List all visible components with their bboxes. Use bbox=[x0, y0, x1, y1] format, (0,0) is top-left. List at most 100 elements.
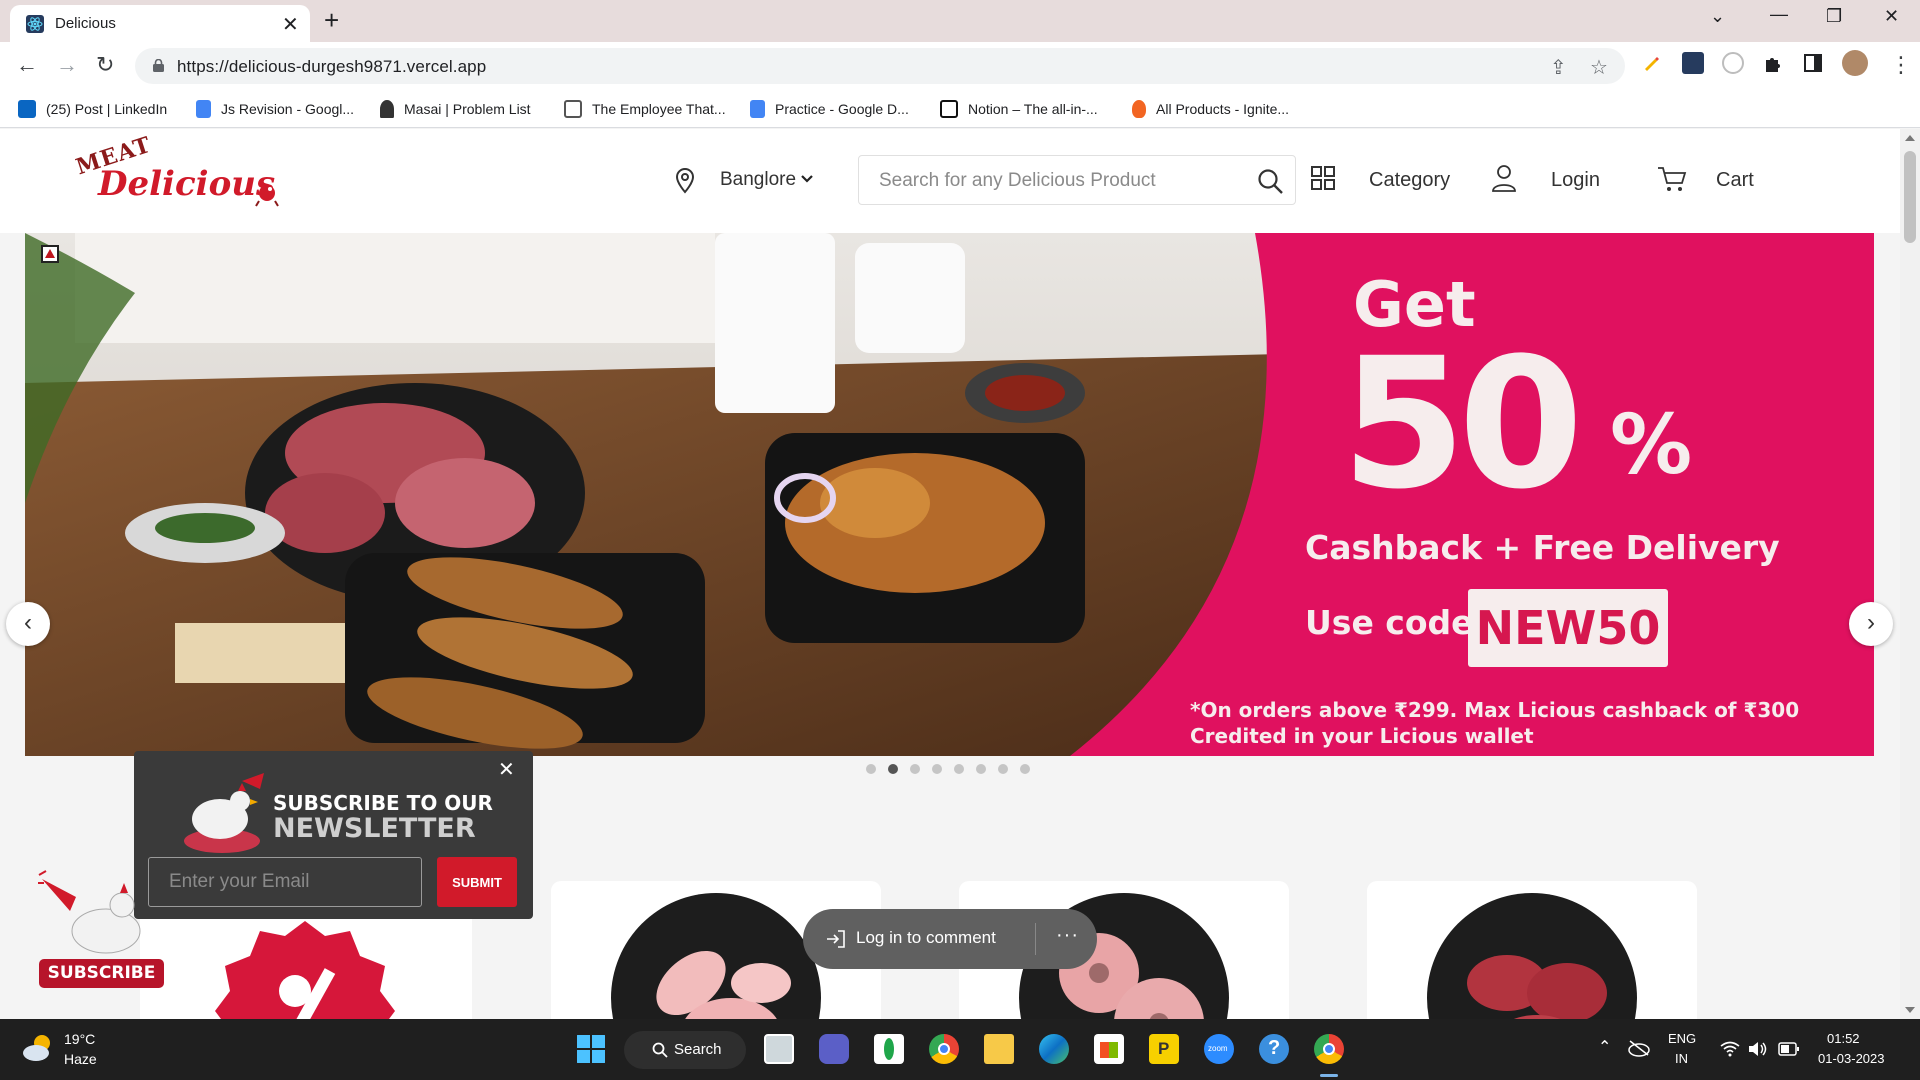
chevron-up-icon[interactable]: ⌃ bbox=[1598, 1037, 1611, 1057]
newsletter-title-line1: SUBSCRIBE TO OUR bbox=[273, 791, 493, 815]
carousel-dot[interactable] bbox=[954, 764, 964, 774]
banner-food-photo bbox=[25, 233, 1874, 756]
minimize-button[interactable]: — bbox=[1770, 4, 1788, 25]
browser-tab-delicious[interactable]: Delicious ✕ bbox=[10, 5, 310, 42]
close-icon[interactable]: ✕ bbox=[498, 757, 515, 782]
carousel-dot[interactable] bbox=[976, 764, 986, 774]
subscribe-mascot-icon[interactable] bbox=[36, 869, 156, 961]
taskbar-search[interactable]: Search bbox=[624, 1031, 746, 1069]
logo-delicious-text: Delicious bbox=[98, 164, 276, 204]
onedrive-icon[interactable] bbox=[1628, 1039, 1650, 1057]
zoom-icon[interactable]: zoom bbox=[1204, 1034, 1234, 1064]
sticky-note-app-icon[interactable]: P bbox=[1149, 1034, 1179, 1064]
subscribe-button[interactable]: SUBSCRIBE bbox=[39, 959, 164, 988]
promo-percent: % bbox=[1610, 398, 1693, 493]
category-link[interactable]: Category bbox=[1369, 169, 1450, 192]
react-devtools-icon[interactable] bbox=[1682, 52, 1704, 74]
search-input[interactable] bbox=[879, 168, 1239, 194]
browser-titlebar: Delicious ✕ + ⌄ — ❐ ✕ bbox=[0, 0, 1920, 42]
tab-close-icon[interactable]: ✕ bbox=[282, 12, 299, 37]
new-tab-button[interactable]: + bbox=[324, 5, 339, 35]
task-view-icon[interactable] bbox=[764, 1034, 794, 1064]
site-header: MEAT Delicious Banglore Category Login C… bbox=[0, 129, 1900, 233]
close-window-button[interactable]: ✕ bbox=[1884, 6, 1899, 27]
chrome-icon[interactable] bbox=[929, 1034, 959, 1064]
city-selector[interactable]: Banglore bbox=[720, 169, 796, 191]
language-line2[interactable]: IN bbox=[1675, 1051, 1688, 1066]
share-icon[interactable]: ⇪ bbox=[1550, 55, 1567, 80]
teams-chat-icon[interactable] bbox=[819, 1034, 849, 1064]
bookmark-js-revision[interactable]: Js Revision - Googl... bbox=[196, 98, 354, 120]
promo-offer-line: Cashback + Free Delivery bbox=[1305, 528, 1780, 567]
adchoice-icon[interactable] bbox=[41, 245, 59, 263]
side-panel-icon[interactable] bbox=[1802, 52, 1824, 74]
bookmark-label: Js Revision - Googl... bbox=[221, 101, 355, 117]
cart-icon[interactable] bbox=[1657, 165, 1687, 193]
bookmark-practice[interactable]: Practice - Google D... bbox=[750, 98, 909, 120]
search-icon[interactable] bbox=[1257, 168, 1285, 196]
volume-icon[interactable] bbox=[1748, 1041, 1768, 1057]
chevron-down-icon[interactable] bbox=[800, 173, 814, 185]
chicken-mascot-icon bbox=[184, 773, 264, 853]
carousel-dot[interactable] bbox=[998, 764, 1008, 774]
battery-icon[interactable] bbox=[1778, 1042, 1800, 1056]
login-to-comment-button[interactable]: Log in to comment bbox=[856, 928, 996, 948]
pen-extension-icon[interactable] bbox=[1640, 52, 1662, 74]
weather-haze-icon[interactable] bbox=[22, 1033, 56, 1063]
comment-pill: Log in to comment ··· bbox=[803, 909, 1097, 969]
bookmark-ignite[interactable]: All Products - Ignite... bbox=[1132, 98, 1289, 120]
browser-menu-icon[interactable]: ⋮ bbox=[1890, 52, 1912, 78]
clock-date[interactable]: 01-03-2023 bbox=[1818, 1051, 1885, 1066]
clock-time[interactable]: 01:52 bbox=[1827, 1031, 1860, 1046]
category-grid-icon[interactable] bbox=[1310, 165, 1336, 191]
login-link[interactable]: Login bbox=[1551, 169, 1600, 192]
google-docs-icon bbox=[196, 100, 211, 118]
carousel-prev-button[interactable]: ‹ bbox=[6, 602, 50, 646]
back-arrow-icon[interactable]: ← bbox=[16, 52, 38, 78]
extension-circle-icon[interactable] bbox=[1722, 52, 1744, 74]
promo-banner[interactable]: Get 50 % Cashback + Free Delivery Use co… bbox=[25, 233, 1874, 756]
more-options-icon[interactable]: ··· bbox=[1056, 924, 1079, 947]
cart-link[interactable]: Cart bbox=[1716, 169, 1754, 192]
tab-search-chevron-icon[interactable]: ⌄ bbox=[1710, 6, 1725, 27]
carousel-dot[interactable] bbox=[910, 764, 920, 774]
promo-note-line1: *On orders above ₹299. Max Licious cashb… bbox=[1190, 698, 1800, 722]
bookmark-star-icon[interactable]: ☆ bbox=[1590, 55, 1608, 80]
carousel-dot[interactable] bbox=[866, 764, 876, 774]
microsoft-store-icon[interactable] bbox=[1094, 1034, 1124, 1064]
bookmark-notion[interactable]: Notion – The all-in-... bbox=[940, 98, 1098, 120]
bookmark-employee[interactable]: The Employee That... bbox=[564, 98, 726, 120]
windows-start-icon[interactable] bbox=[576, 1034, 606, 1064]
help-icon[interactable]: ? bbox=[1259, 1034, 1289, 1064]
extensions-puzzle-icon[interactable] bbox=[1762, 52, 1784, 74]
newsletter-title-line2: NEWSLETTER bbox=[273, 813, 476, 844]
wifi-icon[interactable] bbox=[1720, 1041, 1740, 1057]
bookmark-masai[interactable]: Masai | Problem List bbox=[380, 98, 531, 120]
promo-use-code-label: Use code bbox=[1305, 603, 1474, 642]
carousel-dot-active[interactable] bbox=[888, 764, 898, 774]
category-card-mutton[interactable] bbox=[1367, 881, 1697, 1019]
bookmark-linkedin[interactable]: (25) Post | LinkedIn bbox=[18, 98, 167, 120]
scroll-down-icon[interactable] bbox=[1905, 1007, 1915, 1013]
scroll-up-icon[interactable] bbox=[1905, 135, 1915, 141]
profile-avatar[interactable] bbox=[1842, 50, 1868, 76]
restore-button[interactable]: ❐ bbox=[1826, 6, 1842, 27]
language-line1[interactable]: ENG bbox=[1668, 1031, 1696, 1046]
chrome-active-icon[interactable] bbox=[1314, 1034, 1344, 1064]
chicken-plate-image bbox=[611, 893, 821, 1019]
address-bar[interactable]: https://delicious-durgesh9871.vercel.app… bbox=[135, 48, 1625, 84]
scroll-thumb[interactable] bbox=[1904, 151, 1916, 243]
edge-icon[interactable] bbox=[1039, 1034, 1069, 1064]
carousel-next-button[interactable]: › bbox=[1849, 602, 1893, 646]
evernote-icon[interactable] bbox=[874, 1034, 904, 1064]
user-icon[interactable] bbox=[1491, 163, 1517, 193]
reload-icon[interactable]: ↻ bbox=[96, 52, 114, 78]
location-pin-icon[interactable] bbox=[674, 167, 696, 195]
carousel-dot[interactable] bbox=[1020, 764, 1030, 774]
carousel-dot[interactable] bbox=[932, 764, 942, 774]
forward-arrow-icon[interactable]: → bbox=[56, 52, 78, 78]
submit-button[interactable]: SUBMIT bbox=[437, 857, 517, 907]
file-explorer-icon[interactable] bbox=[984, 1034, 1014, 1064]
page-scrollbar[interactable] bbox=[1900, 129, 1920, 1019]
email-field[interactable] bbox=[148, 857, 422, 907]
